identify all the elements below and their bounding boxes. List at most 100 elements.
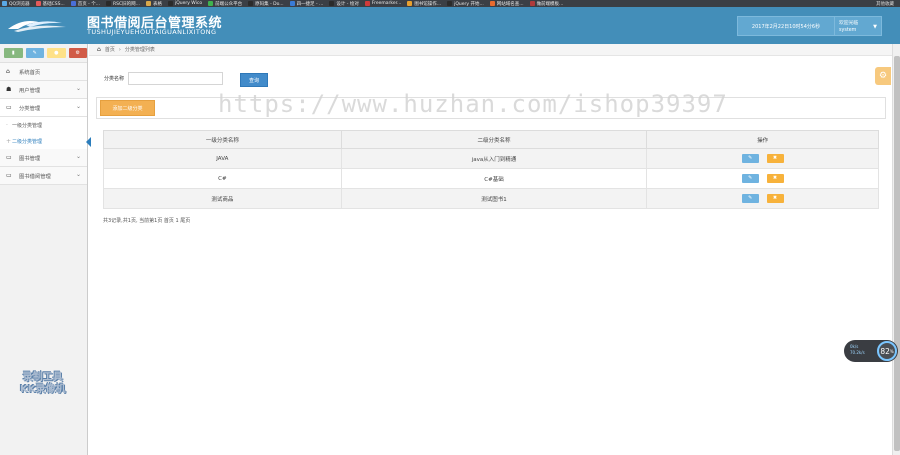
cell-category1: 测试商品 <box>103 188 342 209</box>
sidebar-item-books[interactable]: ▭ 图书管理 ⌄ <box>0 149 87 167</box>
breadcrumb: ⌂ 首页 › 分类管理列表 <box>89 44 892 56</box>
favicon-icon <box>145 1 151 6</box>
search-button[interactable]: 查询 <box>240 73 268 87</box>
bookmark-item[interactable]: 做前端模板... <box>529 1 564 7</box>
cell-actions: ✎ ✖ <box>646 148 879 169</box>
table-row: JAVA java从入门到精通 ✎ ✖ <box>103 148 879 169</box>
bookmark-item[interactable]: jQuery 开始... <box>447 1 484 7</box>
cogs-shortcut-button[interactable]: ⚙ <box>68 48 87 58</box>
home-icon: ⌂ <box>97 46 101 53</box>
bookmark-item[interactable]: 网站域名查... <box>489 1 524 7</box>
sidebar-subitem-level2[interactable]: + 二级分类管理 <box>0 133 91 149</box>
sidebar-item-label: 分类管理 <box>19 105 41 112</box>
cell-category1: C# <box>103 168 342 189</box>
bookmark-item[interactable]: RSC旧的网... <box>106 1 140 7</box>
favicon-icon <box>329 1 335 6</box>
speed-lines: 0k/s 70.2k/s <box>850 344 865 356</box>
pencil-shortcut-button[interactable]: ✎ <box>25 48 44 58</box>
active-indicator-icon <box>86 137 91 147</box>
sidebar-item-category[interactable]: ▭ 分类管理 ⌄ <box>0 99 87 117</box>
vertical-scrollbar[interactable] <box>892 44 900 455</box>
bookmark-item[interactable]: QQ浏览器 <box>2 1 30 7</box>
delete-icon: ✖ <box>772 175 778 181</box>
bookmark-item[interactable]: 设计 - 绘对 <box>329 1 359 7</box>
sidebar-item-label: 图书借阅管理 <box>19 173 51 180</box>
signal-icon: ▮ <box>11 50 15 56</box>
search-form: 分类名称 <box>104 72 224 85</box>
edit-button[interactable]: ✎ <box>741 174 759 183</box>
other-bookmarks[interactable]: 其他收藏 <box>876 1 900 7</box>
sidebar-item-borrow[interactable]: ▭ 图书借阅管理 ⌄ <box>0 167 87 185</box>
app-header: 图书借阅后台管理系统 TUSHUJIEYUEHOUTAIGUANLIXITONG… <box>0 7 900 44</box>
bookmark-label: 表格 <box>152 1 162 7</box>
usage-unit: % <box>889 348 894 354</box>
edit-button[interactable]: ✎ <box>741 194 759 203</box>
delete-button[interactable]: ✖ <box>766 194 784 203</box>
pencil-icon: ✎ <box>748 195 753 201</box>
download-speed: 70.2k/s <box>850 350 865 355</box>
cell-actions: ✎ ✖ <box>646 168 879 189</box>
sidebar-subitem-level1[interactable]: · 一级分类管理 <box>0 117 87 133</box>
bookmark-label: 做前端模板... <box>536 1 564 7</box>
bullet-icon: + <box>6 137 12 145</box>
datetime-display: 2017年2月22日10时54分6秒 <box>737 16 835 36</box>
table-row: 测试商品 测试图书1 ✎ ✖ <box>103 188 879 209</box>
chevron-down-icon: ⌄ <box>75 103 81 110</box>
sidebar-item-home[interactable]: ⌂ 系统首页 <box>0 63 87 81</box>
favicon-icon <box>106 1 112 6</box>
pencil-icon: ✎ <box>748 155 753 161</box>
favicon-icon <box>208 1 214 6</box>
bookmark-label: 原码集 - Do... <box>255 1 284 7</box>
usage-value: 82 <box>880 346 890 356</box>
bookmark-item[interactable]: 图书馆操作... <box>407 1 441 7</box>
bookmark-item[interactable]: jQuery Wico <box>167 1 202 6</box>
cell-actions: ✎ ✖ <box>646 188 879 209</box>
table-header-row: 一级分类名称 二级分类名称 操作 <box>103 130 879 149</box>
bookmark-item[interactable]: 基础CSS... <box>35 1 65 7</box>
delete-button[interactable]: ✖ <box>766 174 784 183</box>
favicon-icon <box>35 1 41 6</box>
edit-button[interactable]: ✎ <box>741 154 759 163</box>
system-subtitle: TUSHUJIEYUEHOUTAIGUANLIXITONG <box>87 28 217 36</box>
bookmark-item[interactable]: 首页 - 个... <box>70 1 100 7</box>
favicon-icon <box>447 1 453 6</box>
bookmark-item[interactable]: Freemarker... <box>364 1 401 6</box>
bookmark-label: 基础CSS... <box>42 1 65 7</box>
favicon-icon <box>364 1 370 6</box>
recorder-watermark-line2: KK录像机 <box>20 384 66 395</box>
scrollbar-thumb[interactable] <box>894 56 900 451</box>
chevron-down-icon: ⌄ <box>75 171 81 178</box>
sidebar-item-users[interactable]: ☗ 用户管理 ⌄ <box>0 81 87 99</box>
bookmarks-bar: QQ浏览器 基础CSS... 首页 - 个... RSC旧的网... 表格 jQuery … <box>0 0 900 7</box>
users-icon: ● <box>54 50 59 56</box>
add-subcategory-button[interactable]: 添加二级分类 <box>100 100 155 116</box>
breadcrumb-separator: › <box>118 46 121 53</box>
bookmark-item[interactable]: 原码集 - Do... <box>248 1 284 7</box>
column-header: 操作 <box>646 130 879 149</box>
user-menu[interactable]: 欢迎光临 system ▼ <box>834 16 882 36</box>
sidebar-item-label: 图书管理 <box>19 155 41 162</box>
category-name-input[interactable] <box>128 72 224 85</box>
favicon-icon <box>489 1 495 6</box>
bookmark-label: QQ浏览器 <box>9 1 30 7</box>
network-speed-widget: 0k/s 70.2k/s 82% <box>844 340 898 362</box>
users-icon: ☗ <box>6 86 12 93</box>
favicon-icon <box>289 1 295 6</box>
gear-icon: ⚙ <box>878 71 888 81</box>
bookmark-item[interactable]: 表格 <box>145 1 162 7</box>
signal-shortcut-button[interactable]: ▮ <box>4 48 23 58</box>
favicon-icon <box>407 1 413 6</box>
recorder-watermark-line1: 录制工具 <box>22 372 63 383</box>
datetime-text: 2017年2月22日10时54分6秒 <box>751 23 821 30</box>
desktop-icon: ▭ <box>6 154 12 161</box>
delete-icon: ✖ <box>772 195 778 201</box>
bookmark-item[interactable]: 四一捷足 - ... <box>289 1 323 7</box>
favicon-icon <box>529 1 535 6</box>
bookmark-item[interactable]: 前端公众平台 <box>208 1 242 7</box>
settings-gear-button[interactable]: ⚙ <box>875 67 891 85</box>
users-shortcut-button[interactable]: ● <box>47 48 66 58</box>
delete-button[interactable]: ✖ <box>766 154 784 163</box>
cogs-icon: ⚙ <box>75 50 80 56</box>
breadcrumb-home[interactable]: 首页 <box>105 46 115 53</box>
recorder-watermark: 录制工具 KK录像机 <box>20 372 66 396</box>
